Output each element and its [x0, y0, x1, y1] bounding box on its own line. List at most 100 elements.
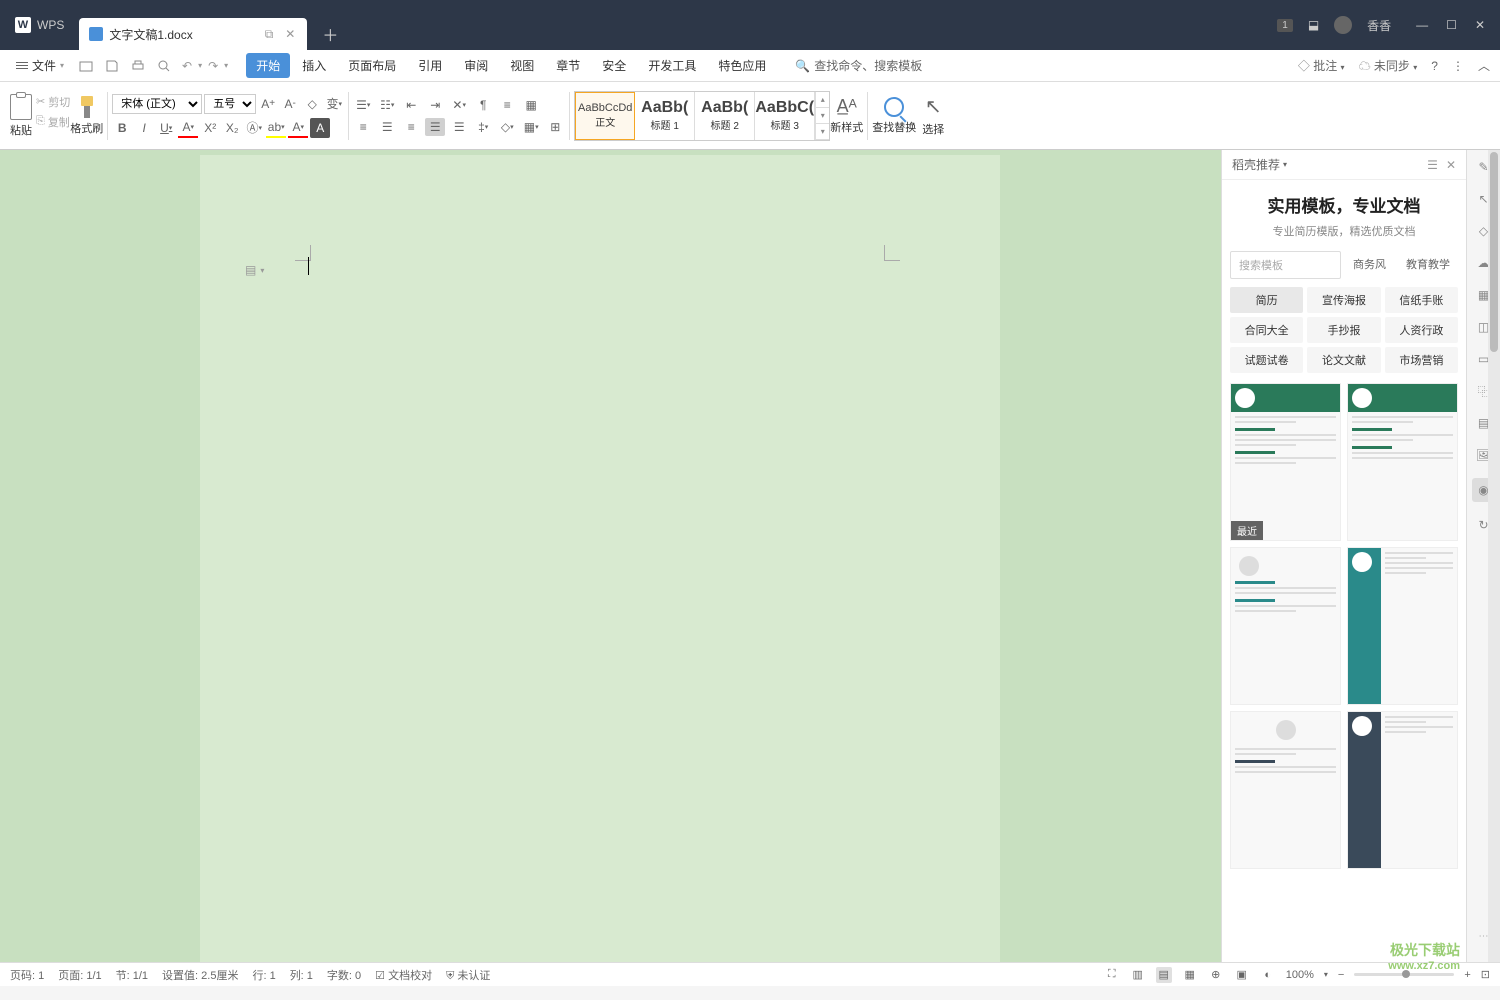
command-search[interactable]: 🔍 查找命令、搜索模板: [795, 57, 922, 74]
grow-font-icon[interactable]: A+: [258, 94, 278, 114]
italic-button[interactable]: I: [134, 118, 154, 138]
collapse-ribbon-icon[interactable]: ︿: [1478, 57, 1490, 74]
font-color-button[interactable]: A▾: [178, 118, 198, 138]
cut-button[interactable]: ✂剪切: [36, 94, 70, 110]
tab-section[interactable]: 章节: [546, 53, 590, 78]
minimize-icon[interactable]: —: [1416, 18, 1428, 32]
template-thumb[interactable]: [1347, 383, 1458, 541]
tab-start[interactable]: 开始: [246, 53, 290, 78]
new-style-button[interactable]: A̲ᴬ 新样式: [830, 96, 863, 135]
tab-reference[interactable]: 引用: [408, 53, 452, 78]
status-setting[interactable]: 设置值: 2.5厘米: [162, 967, 238, 983]
zoom-value[interactable]: 100%: [1286, 969, 1314, 981]
zoom-in-icon[interactable]: +: [1464, 969, 1470, 981]
redo-icon[interactable]: ↷: [208, 59, 218, 73]
cat-letter[interactable]: 信纸手账: [1385, 287, 1458, 313]
print-icon[interactable]: [130, 58, 146, 74]
status-unverified[interactable]: ⛨ 未认证: [446, 967, 490, 983]
maximize-icon[interactable]: ☐: [1446, 18, 1457, 32]
template-thumb[interactable]: [1230, 711, 1341, 869]
user-avatar[interactable]: [1334, 16, 1352, 34]
line-spacing-button[interactable]: ‡▾: [473, 118, 493, 136]
sync-button[interactable]: ☁ 未同步 ▾: [1359, 57, 1418, 74]
tag-education[interactable]: 教育教学: [1398, 251, 1458, 279]
tabs-button[interactable]: ⊞: [545, 118, 565, 136]
status-page-no[interactable]: 页码: 1: [10, 967, 44, 983]
show-marks-button[interactable]: ▦: [521, 96, 541, 114]
rtl-button[interactable]: ≡: [497, 96, 517, 114]
zoom-out-icon[interactable]: −: [1338, 969, 1344, 981]
tab-close-icon[interactable]: ✕: [283, 25, 297, 43]
subscript-button[interactable]: X₂: [222, 118, 242, 138]
character-shade-button[interactable]: A: [310, 118, 330, 138]
panel-title[interactable]: 稻壳推荐 ▾: [1232, 156, 1287, 173]
help-icon[interactable]: ?: [1431, 59, 1438, 73]
fullscreen-icon[interactable]: ⛶: [1104, 967, 1120, 983]
style-heading2[interactable]: AaBb( 标题 2: [695, 92, 755, 140]
tab-insert[interactable]: 插入: [292, 53, 336, 78]
decrease-indent-button[interactable]: ⇤: [401, 96, 421, 114]
cat-resume[interactable]: 简历: [1230, 287, 1303, 313]
cat-poster[interactable]: 宣传海报: [1307, 287, 1380, 313]
save-icon[interactable]: [104, 58, 120, 74]
scroll-thumb[interactable]: [1490, 152, 1498, 352]
shrink-font-icon[interactable]: A-: [280, 94, 300, 114]
status-row[interactable]: 行: 1: [252, 967, 275, 983]
align-right-button[interactable]: ≡: [401, 118, 421, 136]
cat-hr[interactable]: 人资行政: [1385, 317, 1458, 343]
bold-button[interactable]: B: [112, 118, 132, 138]
format-painter-button[interactable]: 格式刷: [70, 96, 103, 136]
clear-format-icon[interactable]: ◇: [302, 94, 322, 114]
web-layout-icon[interactable]: ▦: [1182, 967, 1198, 983]
character-border-button[interactable]: Ⓐ▾: [244, 118, 264, 138]
align-left-button[interactable]: ≡: [353, 118, 373, 136]
borders-button[interactable]: ▦▾: [521, 118, 541, 136]
read-mode-icon[interactable]: ▤: [1156, 967, 1172, 983]
highlight-button[interactable]: ab▾: [266, 118, 286, 138]
tab-devtools[interactable]: 开发工具: [638, 53, 706, 78]
cat-thesis[interactable]: 论文文献: [1307, 347, 1380, 373]
panel-close-icon[interactable]: ✕: [1446, 158, 1456, 172]
tab-layout[interactable]: 页面布局: [338, 53, 406, 78]
rail-more-icon[interactable]: ⋯: [1479, 931, 1489, 942]
cat-exam[interactable]: 试题试卷: [1230, 347, 1303, 373]
file-menu[interactable]: 文件 ▾: [10, 53, 70, 78]
cat-handpaper[interactable]: 手抄报: [1307, 317, 1380, 343]
template-thumb[interactable]: 最近: [1230, 383, 1341, 541]
template-thumb[interactable]: [1230, 547, 1341, 705]
wps-logo[interactable]: W WPS: [0, 0, 79, 50]
draft-icon[interactable]: ▣: [1234, 967, 1250, 983]
open-icon[interactable]: [78, 58, 94, 74]
doc-handle[interactable]: ▤ ▾: [245, 263, 264, 277]
outline-icon[interactable]: ⊕: [1208, 967, 1224, 983]
copy-button[interactable]: ⎘复制: [36, 114, 70, 130]
style-scroll-up[interactable]: ▴: [816, 92, 829, 108]
font-size-select[interactable]: 五号: [204, 94, 256, 114]
undo-icon[interactable]: ↶: [182, 59, 192, 73]
print-layout-icon[interactable]: ▥: [1130, 967, 1146, 983]
ltr-button[interactable]: ¶: [473, 96, 493, 114]
document-page[interactable]: ▤ ▾: [200, 155, 1000, 962]
notification-badge[interactable]: 1: [1277, 19, 1293, 32]
preview-icon[interactable]: [156, 58, 172, 74]
tab-duplicate-icon[interactable]: ⧉: [265, 27, 274, 42]
fit-icon[interactable]: ⊡: [1481, 968, 1490, 981]
underline-button[interactable]: U▾: [156, 118, 176, 138]
status-words[interactable]: 字数: 0: [327, 967, 361, 983]
increase-indent-button[interactable]: ⇥: [425, 96, 445, 114]
shading-button[interactable]: ◇▾: [497, 118, 517, 136]
close-icon[interactable]: ✕: [1475, 18, 1485, 32]
style-expand[interactable]: ▾: [816, 124, 829, 140]
style-heading3[interactable]: AaBbC( 标题 3: [755, 92, 815, 140]
cat-marketing[interactable]: 市场营销: [1385, 347, 1458, 373]
font-name-select[interactable]: 宋体 (正文): [112, 94, 202, 114]
template-thumb[interactable]: [1347, 711, 1458, 869]
tab-security[interactable]: 安全: [592, 53, 636, 78]
panel-menu-icon[interactable]: ☰: [1427, 158, 1438, 172]
more-icon[interactable]: ⋮: [1452, 59, 1464, 73]
superscript-button[interactable]: X²: [200, 118, 220, 138]
template-search[interactable]: 搜索模板: [1230, 251, 1341, 279]
numbering-button[interactable]: ☷▾: [377, 96, 397, 114]
cat-contract[interactable]: 合同大全: [1230, 317, 1303, 343]
tag-business[interactable]: 商务风: [1345, 251, 1394, 279]
